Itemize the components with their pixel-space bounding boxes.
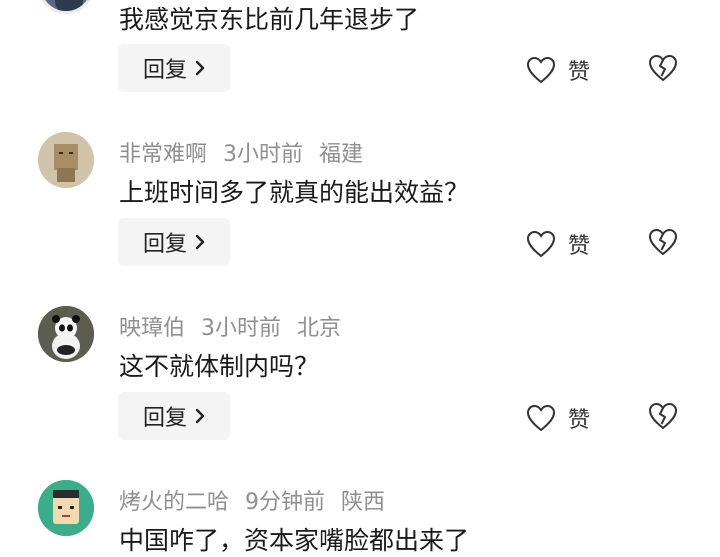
comment-meta: 非常难啊 3小时前 福建 bbox=[119, 136, 379, 168]
like-label: 赞 bbox=[568, 234, 591, 259]
timestamp: 9分钟前 bbox=[245, 490, 326, 515]
author-name[interactable]: 映璋伯 bbox=[119, 316, 185, 341]
location: 福建 bbox=[319, 142, 364, 167]
avatar[interactable] bbox=[38, 0, 94, 14]
author-name[interactable]: 烤火的二哈 bbox=[119, 490, 229, 515]
heart-outline-icon bbox=[526, 404, 556, 432]
broken-heart-icon[interactable] bbox=[648, 402, 678, 430]
comment-text: 中国咋了，资本家嘴脸都出来了 bbox=[119, 526, 470, 555]
chevron-right-icon bbox=[195, 234, 205, 250]
reply-label: 回复 bbox=[142, 232, 187, 257]
heart-outline-icon bbox=[526, 56, 556, 84]
broken-heart-icon[interactable] bbox=[648, 228, 678, 256]
reply-label: 回复 bbox=[142, 58, 187, 83]
comment-text: 上班时间多了就真的能出效益？ bbox=[119, 178, 470, 207]
timestamp: 3小时前 bbox=[223, 142, 304, 167]
author-name[interactable]: 非常难啊 bbox=[119, 142, 207, 167]
like-label: 赞 bbox=[568, 408, 591, 433]
reply-label: 回复 bbox=[142, 406, 187, 431]
comment-meta: 烤火的二哈 9分钟前 陕西 bbox=[119, 484, 401, 516]
location: 陕西 bbox=[341, 490, 386, 515]
timestamp: 3小时前 bbox=[201, 316, 282, 341]
like-button[interactable]: 赞 bbox=[526, 228, 590, 260]
reply-button[interactable]: 回复 bbox=[118, 44, 230, 92]
like-button[interactable]: 赞 bbox=[526, 402, 590, 434]
heart-outline-icon bbox=[526, 230, 556, 258]
like-label: 赞 bbox=[568, 60, 591, 85]
reply-button[interactable]: 回复 bbox=[118, 218, 230, 266]
comment-text: 这不就体制内吗？ bbox=[119, 352, 320, 381]
comment-text: 我感觉京东比前几年退步了 bbox=[119, 5, 420, 34]
location: 北京 bbox=[297, 316, 342, 341]
reply-button[interactable]: 回复 bbox=[118, 392, 230, 440]
chevron-right-icon bbox=[195, 60, 205, 76]
chevron-right-icon bbox=[195, 408, 205, 424]
like-button[interactable]: 赞 bbox=[526, 54, 590, 86]
avatar[interactable] bbox=[38, 480, 94, 536]
avatar[interactable] bbox=[38, 132, 94, 188]
comment-meta: 映璋伯 3小时前 北京 bbox=[119, 310, 357, 342]
broken-heart-icon[interactable] bbox=[648, 54, 678, 82]
avatar[interactable] bbox=[38, 306, 94, 362]
